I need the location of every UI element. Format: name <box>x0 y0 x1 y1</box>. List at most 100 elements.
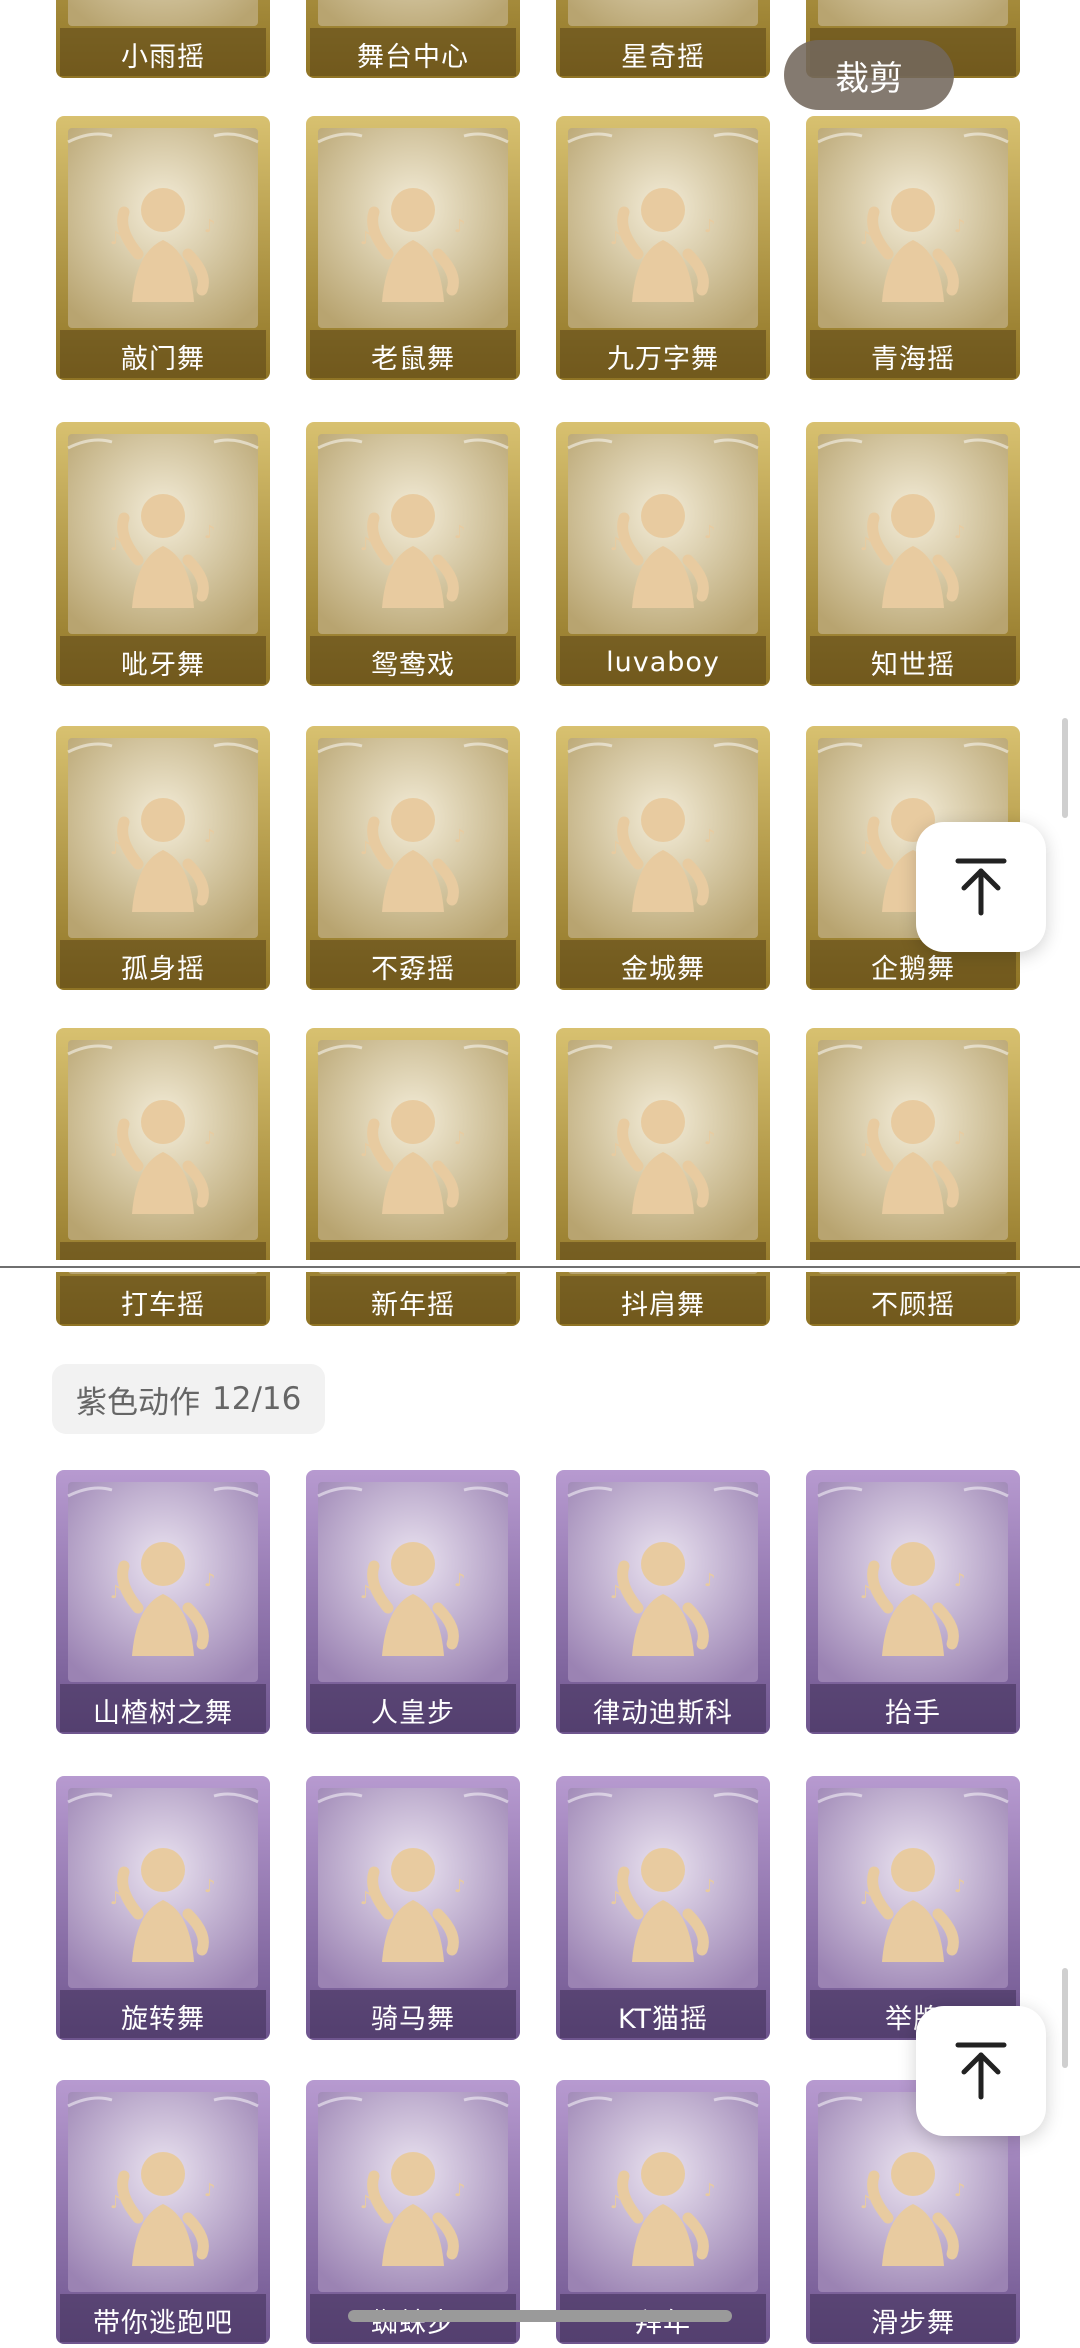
svg-text:♪: ♪ <box>860 1140 872 1161</box>
emote-card-gold[interactable]: ♪ ♪ <box>802 1024 1024 1260</box>
emote-label: 敲门舞 <box>121 343 205 375</box>
emote-card-gold[interactable]: ♪ ♪ 星奇摇 <box>552 0 774 82</box>
emote-card-purple[interactable]: ♪ ♪ 山楂树之舞 <box>52 1466 274 1738</box>
screenshot-seam <box>0 1266 1080 1268</box>
svg-text:♪: ♪ <box>704 1876 716 1897</box>
svg-text:♪: ♪ <box>454 216 466 237</box>
emote-card-purple[interactable]: ♪ ♪ 人皇步 <box>302 1466 524 1738</box>
emote-card-purple[interactable]: ♪ ♪ 抬手 <box>802 1466 1024 1738</box>
svg-text:♪: ♪ <box>454 826 466 847</box>
svg-text:♪: ♪ <box>954 1128 966 1149</box>
emote-label: 旋转舞 <box>121 2003 205 2035</box>
emote-label: 九万字舞 <box>607 343 719 375</box>
svg-text:♪: ♪ <box>110 838 122 859</box>
svg-text:♪: ♪ <box>610 838 622 859</box>
svg-text:♪: ♪ <box>704 2180 716 2201</box>
emote-label: 带你逃跑吧 <box>93 2307 233 2339</box>
emote-card-purple[interactable]: ♪ ♪ 带你逃跑吧 <box>52 2076 274 2348</box>
svg-text:♪: ♪ <box>360 838 372 859</box>
emote-card-gold[interactable]: ♪ ♪ 敲门舞 <box>52 112 274 384</box>
svg-text:♪: ♪ <box>360 228 372 249</box>
emote-card-gold[interactable]: ♪ ♪ 小雨摇 <box>52 0 274 82</box>
emote-card-gold[interactable]: ♪ ♪ luvaboy <box>552 418 774 690</box>
svg-text:♪: ♪ <box>204 826 216 847</box>
emote-label: 不孬摇 <box>371 953 455 985</box>
emote-label: 打车摇 <box>121 1289 205 1321</box>
svg-text:♪: ♪ <box>860 1888 872 1909</box>
svg-text:♪: ♪ <box>110 1888 122 1909</box>
section-title: 紫色动作 <box>76 1384 200 1421</box>
emote-label: 呲牙舞 <box>121 649 205 681</box>
back-to-top-button[interactable] <box>916 2006 1046 2136</box>
emote-label: 抬手 <box>885 1697 941 1729</box>
emote-card-gold[interactable]: ♪ ♪ <box>52 1024 274 1260</box>
svg-text:♪: ♪ <box>360 1888 372 1909</box>
back-to-top-button[interactable] <box>916 822 1046 952</box>
emote-card-purple[interactable]: ♪ ♪ KT猫摇 <box>552 1772 774 2044</box>
scrollbar[interactable] <box>1062 1968 1068 2068</box>
crop-button[interactable]: 裁剪 <box>784 40 954 110</box>
emote-card-gold[interactable]: ♪ ♪ 呲牙舞 <box>52 418 274 690</box>
svg-text:♪: ♪ <box>204 1876 216 1897</box>
emote-card-purple[interactable]: ♪ ♪ 律动迪斯科 <box>552 1466 774 1738</box>
svg-text:♪: ♪ <box>454 1128 466 1149</box>
emote-label: 小雨摇 <box>121 41 205 73</box>
emote-card-gold[interactable]: ♪ ♪ 九万字舞 <box>552 112 774 384</box>
svg-text:♪: ♪ <box>610 1888 622 1909</box>
svg-text:♪: ♪ <box>610 1582 622 1603</box>
emote-card-purple[interactable]: ♪ ♪ 拜年 <box>552 2076 774 2348</box>
emote-label: 舞台中心 <box>357 41 469 73</box>
svg-text:♪: ♪ <box>110 2192 122 2213</box>
svg-text:♪: ♪ <box>110 534 122 555</box>
svg-text:♪: ♪ <box>704 1570 716 1591</box>
arrow-up-to-top-icon <box>955 2042 1007 2100</box>
emote-label: 知世摇 <box>871 649 955 681</box>
emote-label: 律动迪斯科 <box>593 1697 733 1729</box>
svg-text:♪: ♪ <box>454 2180 466 2201</box>
home-indicator[interactable] <box>348 2310 732 2322</box>
emote-card-purple[interactable]: ♪ ♪ 举牌 <box>802 1772 1024 2044</box>
section-count: 12/16 <box>212 1381 302 1417</box>
scrollbar[interactable] <box>1062 718 1068 818</box>
svg-text:♪: ♪ <box>954 522 966 543</box>
svg-text:♪: ♪ <box>860 534 872 555</box>
svg-text:♪: ♪ <box>454 522 466 543</box>
svg-text:♪: ♪ <box>860 838 872 859</box>
emote-label: 人皇步 <box>371 1697 455 1729</box>
dance-pose-icon: ♪ ♪ <box>806 1028 1020 1260</box>
svg-text:♪: ♪ <box>360 1140 372 1161</box>
svg-text:♪: ♪ <box>610 2192 622 2213</box>
emote-label: KT猫摇 <box>617 2003 709 2035</box>
emote-card-purple[interactable]: ♪ ♪ 骑马舞 <box>302 1772 524 2044</box>
emote-card-gold[interactable]: ♪ ♪ <box>302 1024 524 1260</box>
emote-card-gold[interactable]: ♪ ♪ 青海摇 <box>802 112 1024 384</box>
dance-pose-icon: ♪ ♪ <box>556 1028 770 1260</box>
emote-card-gold[interactable]: ♪ ♪ 不孬摇 <box>302 722 524 994</box>
emote-label: 不顾摇 <box>871 1289 955 1321</box>
svg-text:♪: ♪ <box>204 1570 216 1591</box>
svg-text:♪: ♪ <box>204 1128 216 1149</box>
emote-label: 青海摇 <box>871 343 955 375</box>
emote-card-gold[interactable]: ♪ ♪ <box>552 1024 774 1260</box>
arrow-up-to-top-icon <box>955 858 1007 916</box>
svg-text:♪: ♪ <box>954 216 966 237</box>
emote-card-gold[interactable]: ♪ ♪ 老鼠舞 <box>302 112 524 384</box>
svg-text:♪: ♪ <box>110 1582 122 1603</box>
emote-card-gold[interactable]: ♪ ♪ 舞台中心 <box>302 0 524 82</box>
emote-label: 新年摇 <box>371 1289 455 1321</box>
emote-card-purple[interactable]: ♪ ♪ 旋转舞 <box>52 1772 274 2044</box>
svg-text:♪: ♪ <box>110 228 122 249</box>
emote-card-purple[interactable]: ♪ ♪ 蜘蛛步 <box>302 2076 524 2348</box>
svg-text:♪: ♪ <box>204 2180 216 2201</box>
svg-text:♪: ♪ <box>860 2192 872 2213</box>
svg-text:♪: ♪ <box>454 1876 466 1897</box>
svg-text:♪: ♪ <box>360 534 372 555</box>
emote-card-gold[interactable]: ♪ ♪ 鸳鸯戏 <box>302 418 524 690</box>
svg-text:♪: ♪ <box>954 1876 966 1897</box>
svg-text:♪: ♪ <box>360 2192 372 2213</box>
dance-pose-icon: ♪ ♪ <box>56 1028 270 1260</box>
emote-card-gold[interactable]: ♪ ♪ 知世摇 <box>802 418 1024 690</box>
emote-card-gold[interactable]: ♪ ♪ 金城舞 <box>552 722 774 994</box>
emote-label: 孤身摇 <box>121 953 205 985</box>
emote-card-gold[interactable]: ♪ ♪ 孤身摇 <box>52 722 274 994</box>
